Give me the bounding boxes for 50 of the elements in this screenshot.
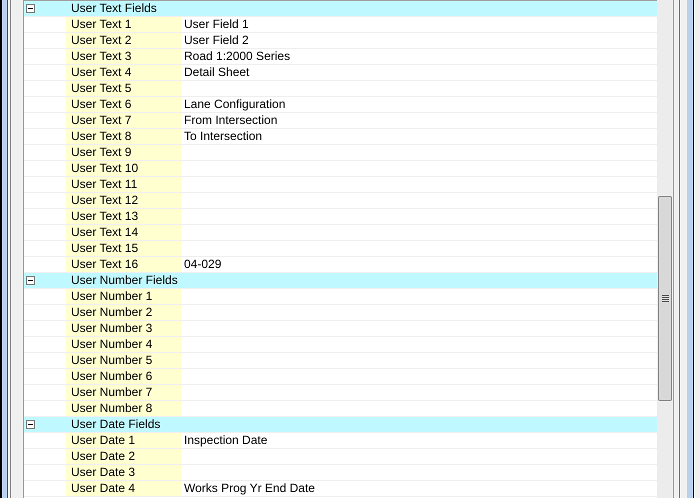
- property-value: Lane Configuration: [183, 97, 286, 112]
- collapse-icon[interactable]: [26, 276, 35, 285]
- property-label: User Text 9: [66, 145, 181, 160]
- property-label: User Text 13: [66, 209, 181, 224]
- property-value: To Intersection: [183, 129, 262, 144]
- property-label: User Text 3: [66, 49, 181, 64]
- section-header[interactable]: User Date Fields: [24, 417, 657, 433]
- property-label: User Date 4: [66, 481, 181, 496]
- property-label: User Text 6: [66, 97, 181, 112]
- section-title: User Text Fields: [70, 1, 157, 16]
- scrollbar-thumb[interactable]: [658, 196, 672, 401]
- property-label: User Text 7: [66, 113, 181, 128]
- property-label: User Number 6: [66, 369, 181, 384]
- property-label: User Text 15: [66, 241, 181, 256]
- property-value: From Intersection: [183, 113, 278, 128]
- property-label: User Text 8: [66, 129, 181, 144]
- property-label: User Text 11: [66, 177, 181, 192]
- section-title: User Date Fields: [70, 417, 160, 432]
- property-value: Inspection Date: [183, 433, 268, 448]
- property-label: User Text 1: [66, 17, 181, 32]
- property-label: User Text 12: [66, 193, 181, 208]
- property-label: User Date 2: [66, 449, 181, 464]
- property-value: 04-029: [183, 257, 222, 272]
- section-header[interactable]: User Text Fields: [24, 1, 657, 17]
- grip-icon: [662, 295, 668, 302]
- section-title: User Number Fields: [70, 273, 178, 288]
- property-label: User Text 2: [66, 33, 181, 48]
- property-label: User Date 3: [66, 465, 181, 480]
- collapse-icon[interactable]: [26, 420, 35, 429]
- property-label: User Number 1: [66, 289, 181, 304]
- scrollbar-track[interactable]: [657, 0, 673, 498]
- property-label: User Number 7: [66, 385, 181, 400]
- property-label: User Text 5: [66, 81, 181, 96]
- property-label: User Number 8: [66, 401, 181, 416]
- property-label: User Number 4: [66, 337, 181, 352]
- property-label: User Text 10: [66, 161, 181, 176]
- property-value: Detail Sheet: [183, 65, 250, 80]
- property-value: Works Prog Yr End Date: [183, 481, 315, 496]
- property-label: User Date 1: [66, 433, 181, 448]
- collapse-icon[interactable]: [26, 4, 35, 13]
- property-label: User Number 2: [66, 305, 181, 320]
- property-label: User Text 16: [66, 257, 181, 272]
- property-label: User Text 4: [66, 65, 181, 80]
- property-value: User Field 1: [183, 17, 249, 32]
- property-label: User Number 3: [66, 321, 181, 336]
- property-label: User Text 14: [66, 225, 181, 240]
- section-header[interactable]: User Number Fields: [24, 273, 657, 289]
- property-label: User Number 5: [66, 353, 181, 368]
- property-value: Road 1:2000 Series: [183, 49, 290, 64]
- property-value: User Field 2: [183, 33, 249, 48]
